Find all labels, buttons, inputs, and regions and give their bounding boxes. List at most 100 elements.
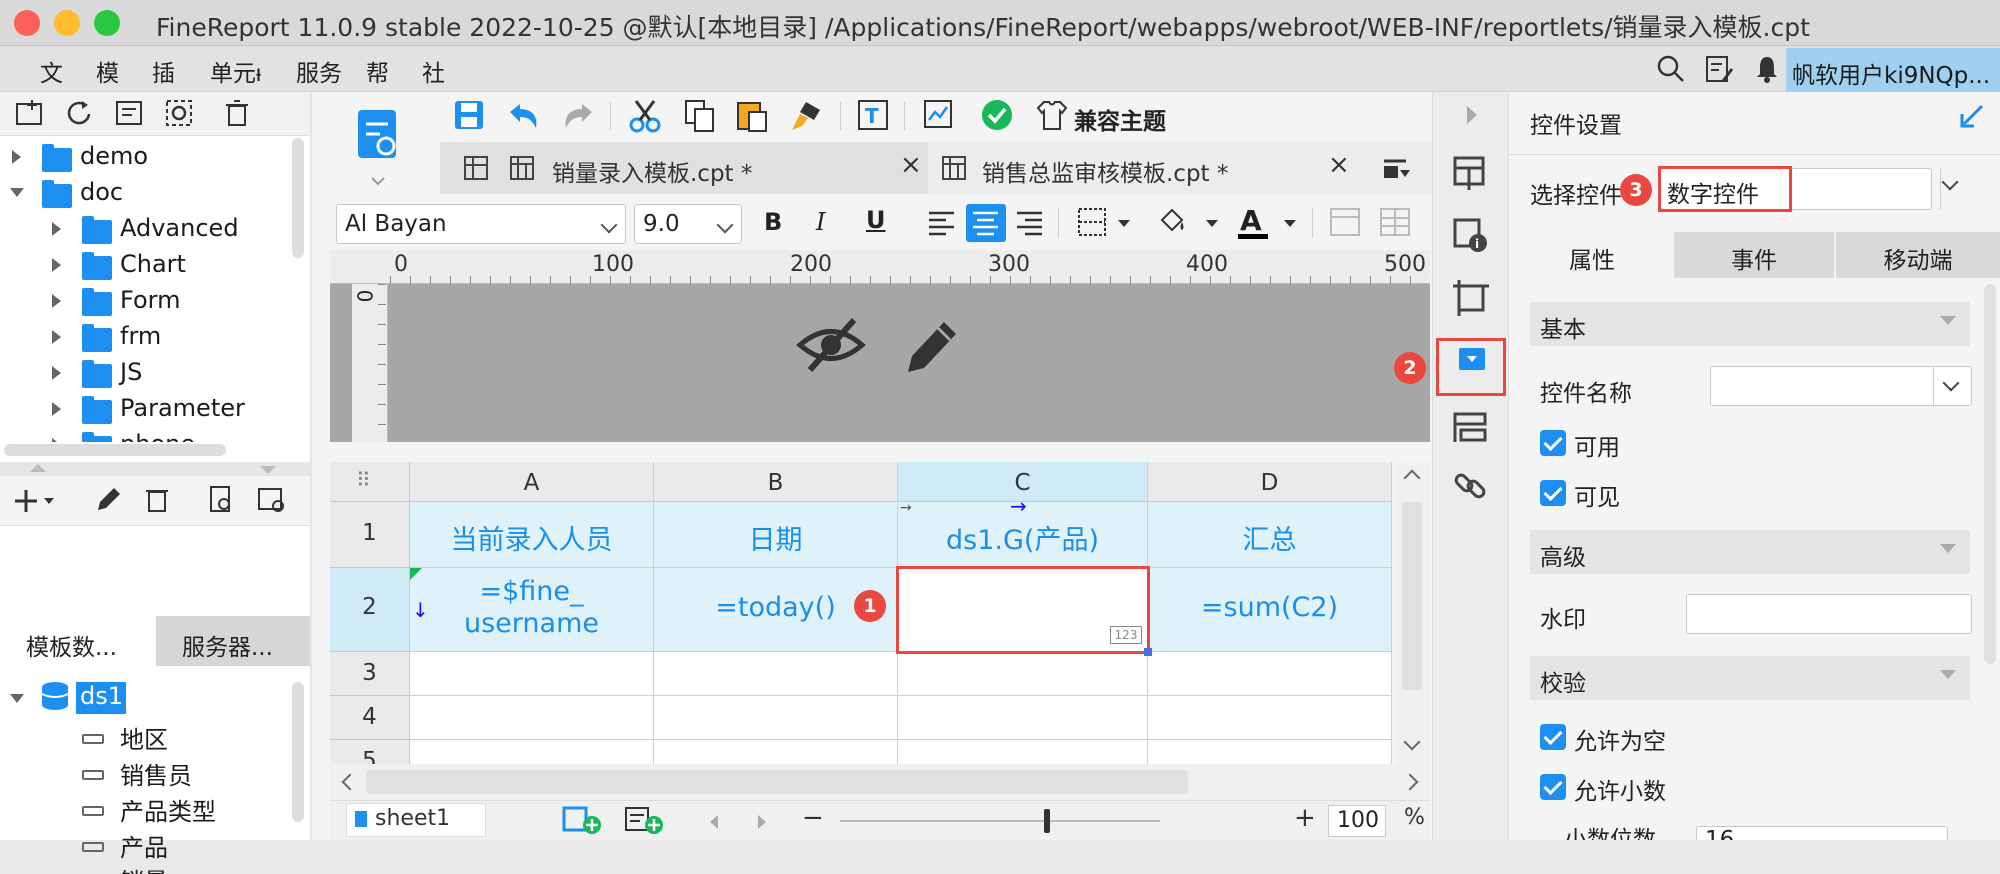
field-item[interactable]: 销售员 xyxy=(120,756,192,792)
add-dataset-icon[interactable] xyxy=(14,486,58,516)
scroll-right-icon[interactable] xyxy=(1401,773,1419,791)
split-cells-icon[interactable] xyxy=(1378,206,1414,240)
tab-sales-entry[interactable]: 销量录入模板.cpt * × xyxy=(440,142,928,194)
menu-cell[interactable]: 单元ᵼ xyxy=(210,54,261,88)
edit-pencil-icon[interactable] xyxy=(896,310,966,380)
zoom-slider-thumb[interactable] xyxy=(1044,809,1050,833)
add-report-sheet-icon[interactable] xyxy=(562,805,606,835)
row-header-3[interactable]: 3 xyxy=(330,652,410,696)
section-validation[interactable]: 校验 xyxy=(1530,656,1970,700)
format-painter-icon[interactable] xyxy=(788,98,824,134)
align-left-icon[interactable] xyxy=(926,208,958,238)
float-element-icon[interactable] xyxy=(1451,278,1491,318)
row-header-5[interactable]: 5 xyxy=(330,740,410,764)
cell-c5[interactable] xyxy=(898,740,1148,764)
section-basic[interactable]: 基本 xyxy=(1530,302,1970,346)
dataset-scrollbar[interactable] xyxy=(292,682,304,822)
cell-attribute-icon[interactable]: i xyxy=(1451,216,1491,256)
tree-item-doc[interactable]: doc xyxy=(80,178,123,214)
cell-b4[interactable] xyxy=(654,696,898,740)
field-item[interactable]: 产品类型 xyxy=(120,792,216,828)
visible-checkbox[interactable] xyxy=(1540,480,1566,506)
merge-cells-icon[interactable] xyxy=(1328,206,1364,240)
collapse-panel-icon[interactable] xyxy=(1958,102,1988,132)
theme-shirt-icon[interactable] xyxy=(1034,98,1070,134)
settings-icon[interactable] xyxy=(164,98,196,130)
expand-right-icon[interactable] xyxy=(1467,106,1477,124)
expand-arrow-icon[interactable] xyxy=(52,402,61,416)
close-tab-icon[interactable]: × xyxy=(900,150,922,180)
cell-a4[interactable] xyxy=(410,696,654,740)
sheet-tab[interactable]: sheet1 xyxy=(346,803,486,837)
template-type-icon[interactable] xyxy=(354,104,406,188)
cell-a5[interactable] xyxy=(410,740,654,764)
hyperlink-icon[interactable] xyxy=(1451,466,1491,506)
menu-file[interactable]: 文 xyxy=(40,54,63,88)
font-color-icon[interactable]: A xyxy=(1234,204,1304,242)
expand-arrow-icon[interactable] xyxy=(52,330,61,344)
hscroll-thumb[interactable] xyxy=(366,770,1188,794)
collapse-down-icon[interactable] xyxy=(260,466,276,474)
watermark-input[interactable] xyxy=(1686,594,1972,634)
minimize-window-button[interactable] xyxy=(54,10,80,36)
cell-a1[interactable]: 当前录入人员 xyxy=(410,502,654,568)
cell-c1[interactable]: ds1.G(产品) → → xyxy=(898,494,1148,568)
dataset-ds1[interactable]: ds1 xyxy=(76,682,126,714)
enabled-checkbox[interactable] xyxy=(1540,430,1566,456)
tree-item-phone[interactable]: phone xyxy=(120,430,195,442)
menu-template[interactable]: 模 xyxy=(96,54,119,88)
tab-properties[interactable]: 属性 xyxy=(1510,232,1674,278)
add-dashboard-sheet-icon[interactable] xyxy=(624,805,668,835)
menu-insert[interactable]: 插 xyxy=(152,54,175,88)
cell-d1[interactable]: 汇总 xyxy=(1148,502,1392,568)
close-tab-icon[interactable]: × xyxy=(1328,150,1350,180)
fill-color-icon[interactable] xyxy=(1154,204,1224,240)
tree-item-parameter[interactable]: Parameter xyxy=(120,394,245,430)
decimal-digits-input[interactable]: 16 xyxy=(1696,826,1948,840)
font-size-select[interactable]: 9.0 xyxy=(634,204,742,244)
refresh-icon[interactable] xyxy=(64,98,96,130)
field-item[interactable]: 地区 xyxy=(120,720,168,756)
grid-vscrollbar[interactable] xyxy=(1396,462,1430,764)
vscroll-thumb[interactable] xyxy=(1402,502,1422,690)
widget-name-input[interactable] xyxy=(1710,366,1972,406)
next-sheet-icon[interactable] xyxy=(758,815,766,829)
save-icon[interactable] xyxy=(452,98,488,134)
zoom-input[interactable]: 100 xyxy=(1328,805,1386,837)
delete-dataset-icon[interactable] xyxy=(142,484,174,516)
expand-arrow-icon[interactable] xyxy=(12,150,21,164)
delete-icon[interactable] xyxy=(222,98,254,130)
collapse-arrow-icon[interactable] xyxy=(10,188,24,197)
check-icon[interactable] xyxy=(980,98,1016,134)
align-right-icon[interactable] xyxy=(1014,208,1046,238)
row-header-1[interactable]: 1 xyxy=(330,502,410,568)
user-name[interactable]: 帆软用户ki9NQp... xyxy=(1792,56,2000,90)
cell-c4[interactable] xyxy=(898,696,1148,740)
prev-sheet-icon[interactable] xyxy=(710,815,718,829)
column-header-b[interactable]: B xyxy=(654,462,898,502)
italic-button[interactable]: I xyxy=(816,208,825,236)
chart-preview-icon[interactable] xyxy=(922,98,958,134)
field-item[interactable]: 产品 xyxy=(120,828,168,864)
allow-empty-checkbox[interactable] xyxy=(1540,724,1566,750)
font-family-select[interactable]: Al Bayan xyxy=(336,204,626,244)
preview-dataset-icon[interactable] xyxy=(206,484,238,516)
cell-c3[interactable] xyxy=(898,652,1148,696)
cell-d2[interactable]: =sum(C2) xyxy=(1148,568,1392,652)
cell-b1[interactable]: 日期 xyxy=(654,502,898,568)
zoom-out-button[interactable]: − xyxy=(802,803,824,833)
search-icon[interactable] xyxy=(1656,54,1686,84)
expand-arrow-icon[interactable] xyxy=(52,438,61,442)
expand-arrow-icon[interactable] xyxy=(52,366,61,380)
tab-sales-director-review[interactable]: 销售总监审核模板.cpt * × xyxy=(930,142,1360,194)
tree-item-advanced[interactable]: Advanced xyxy=(120,214,239,250)
hidden-eye-icon[interactable] xyxy=(796,310,866,380)
cell-b5[interactable] xyxy=(654,740,898,764)
tree-hscrollbar[interactable] xyxy=(4,444,226,456)
menu-help[interactable]: 帮 xyxy=(366,54,389,88)
align-center-button[interactable] xyxy=(966,204,1006,242)
condition-attribute-icon[interactable] xyxy=(1451,408,1491,448)
border-icon[interactable] xyxy=(1076,206,1136,240)
tab-template-dataset[interactable]: 模板数... xyxy=(0,616,156,666)
expand-arrow-icon[interactable] xyxy=(52,222,61,236)
